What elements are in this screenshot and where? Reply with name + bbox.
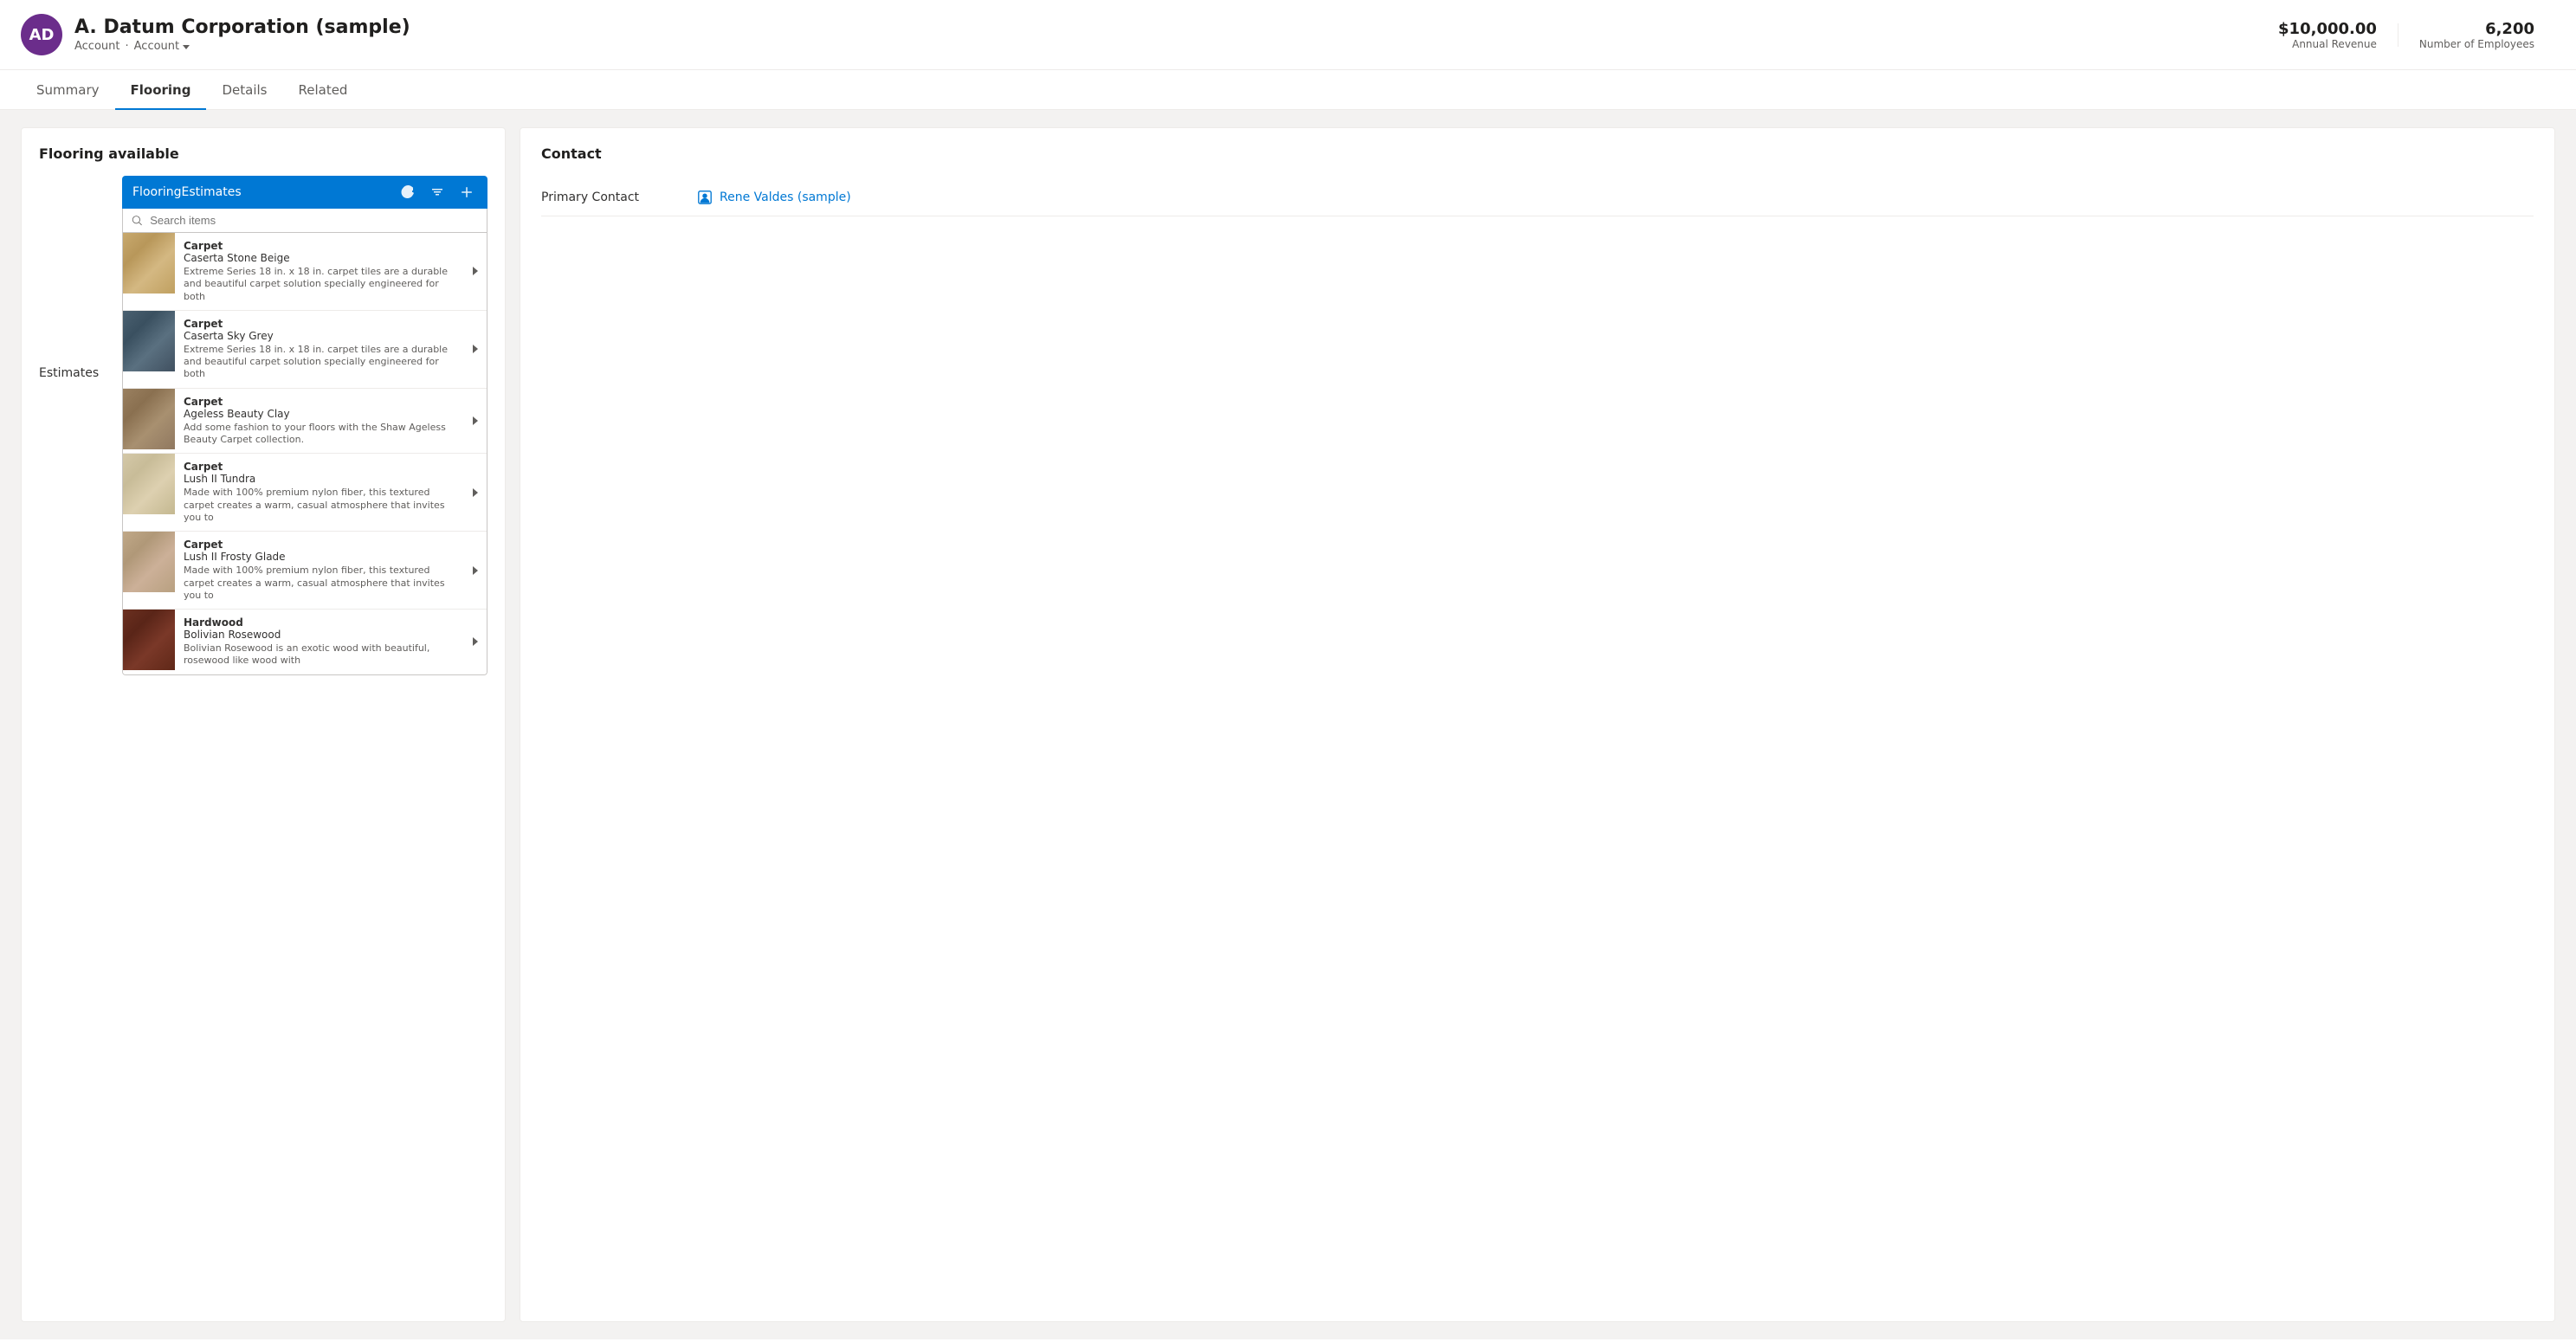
product-description: Extreme Series 18 in. x 18 in. carpet ti… xyxy=(184,266,455,303)
chevron-right-icon xyxy=(464,610,487,674)
add-icon xyxy=(460,185,474,199)
product-category: Carpet xyxy=(184,396,455,408)
product-item[interactable]: HardwoodBolivian RosewoodBolivian Rosewo… xyxy=(123,610,487,674)
search-bar xyxy=(122,209,487,233)
estimates-block: FlooringEstimates xyxy=(122,176,487,675)
product-item[interactable]: CarpetCaserta Sky Grey Extreme Series 18 … xyxy=(123,311,487,389)
annual-revenue-metric: $10,000.00 Annual Revenue xyxy=(2257,20,2398,50)
contact-person-icon xyxy=(697,190,713,205)
search-icon xyxy=(132,215,143,227)
header-title-block: A. Datum Corporation (sample) Account · … xyxy=(74,16,410,53)
employees-metric: 6,200 Number of Employees xyxy=(2398,20,2555,50)
employees-value: 6,200 xyxy=(2419,20,2534,38)
product-thumbnail xyxy=(123,233,175,294)
product-name: Bolivian Rosewood xyxy=(184,629,455,641)
nav-tabs: Summary Flooring Details Related xyxy=(0,70,2576,110)
estimates-toolbar: FlooringEstimates xyxy=(122,176,487,209)
product-item[interactable]: CarpetCaserta Stone Beige Extreme Series … xyxy=(123,233,487,311)
product-name: Lush II Frosty Glade xyxy=(184,551,455,563)
product-description: Made with 100% premium nylon fiber, this… xyxy=(184,487,455,524)
main-content: Flooring available Estimates FlooringEst… xyxy=(0,110,2576,1339)
chevron-right-icon xyxy=(464,389,487,454)
chevron-right-icon xyxy=(464,311,487,388)
product-category: Hardwood xyxy=(184,616,455,629)
product-list: CarpetCaserta Stone BeigeExtreme Series … xyxy=(122,233,487,675)
product-description: Add some fashion to your floors with the… xyxy=(184,422,455,447)
product-thumbnail xyxy=(123,610,175,670)
estimates-label-left: Estimates xyxy=(39,176,108,675)
product-name: Caserta Sky Grey xyxy=(184,330,455,342)
sort-button[interactable] xyxy=(427,182,448,203)
refresh-button[interactable] xyxy=(397,182,418,203)
chevron-down-icon xyxy=(183,45,190,49)
product-name: Ageless Beauty Clay xyxy=(184,408,455,420)
product-description: Bolivian Rosewood is an exotic wood with… xyxy=(184,642,455,668)
product-description: Extreme Series 18 in. x 18 in. carpet ti… xyxy=(184,344,455,381)
annual-revenue-label: Annual Revenue xyxy=(2278,38,2377,50)
tab-related[interactable]: Related xyxy=(282,70,363,110)
product-name: Caserta Stone Beige xyxy=(184,252,455,264)
chevron-right-icon xyxy=(464,454,487,531)
header-metrics: $10,000.00 Annual Revenue 6,200 Number o… xyxy=(2257,20,2555,50)
estimates-toolbar-label: FlooringEstimates xyxy=(132,185,389,199)
product-category: Carpet xyxy=(184,461,455,473)
entity-title: A. Datum Corporation (sample) xyxy=(74,16,410,38)
subtitle-account2-link[interactable]: Account xyxy=(134,40,190,53)
tab-summary[interactable]: Summary xyxy=(21,70,115,110)
chevron-right-icon xyxy=(464,532,487,609)
entity-subtitle: Account · Account xyxy=(74,40,410,53)
product-category: Carpet xyxy=(184,539,455,551)
product-name: Lush II Tundra xyxy=(184,473,455,485)
flooring-panel-title: Flooring available xyxy=(39,145,487,162)
avatar: AD xyxy=(21,14,62,55)
product-item[interactable]: CarpetLush II Frosty Glade Made with 100%… xyxy=(123,532,487,610)
left-panel: Flooring available Estimates FlooringEst… xyxy=(21,127,506,1322)
tab-details[interactable]: Details xyxy=(206,70,282,110)
contact-row: Primary Contact Rene Valdes (sample) xyxy=(541,179,2534,216)
right-panel: Contact Primary Contact Rene Valdes (sam… xyxy=(520,127,2555,1322)
chevron-right-icon xyxy=(464,233,487,310)
subtitle-dot: · xyxy=(126,40,129,53)
add-button[interactable] xyxy=(456,182,477,203)
sort-icon xyxy=(430,185,444,199)
primary-contact-link[interactable]: Rene Valdes (sample) xyxy=(720,190,851,204)
employees-label: Number of Employees xyxy=(2419,38,2534,50)
subtitle-account1: Account xyxy=(74,40,120,53)
tab-flooring[interactable]: Flooring xyxy=(115,70,207,110)
left-panel-inner: Estimates FlooringEstimates xyxy=(39,176,487,675)
contact-panel-title: Contact xyxy=(541,145,2534,162)
contact-value: Rene Valdes (sample) xyxy=(697,190,851,205)
annual-revenue-value: $10,000.00 xyxy=(2278,20,2377,38)
product-thumbnail xyxy=(123,389,175,449)
product-category: Carpet xyxy=(184,240,455,252)
product-category: Carpet xyxy=(184,318,455,330)
product-thumbnail xyxy=(123,532,175,592)
header: AD A. Datum Corporation (sample) Account… xyxy=(0,0,2576,70)
primary-contact-label: Primary Contact xyxy=(541,190,697,204)
product-thumbnail xyxy=(123,454,175,514)
search-input[interactable] xyxy=(150,214,478,227)
product-thumbnail xyxy=(123,311,175,371)
refresh-icon xyxy=(401,185,415,199)
product-item[interactable]: CarpetAgeless Beauty Clay Add some fashio… xyxy=(123,389,487,455)
product-description: Made with 100% premium nylon fiber, this… xyxy=(184,565,455,602)
product-item[interactable]: CarpetLush II Tundra Made with 100% premi… xyxy=(123,454,487,532)
